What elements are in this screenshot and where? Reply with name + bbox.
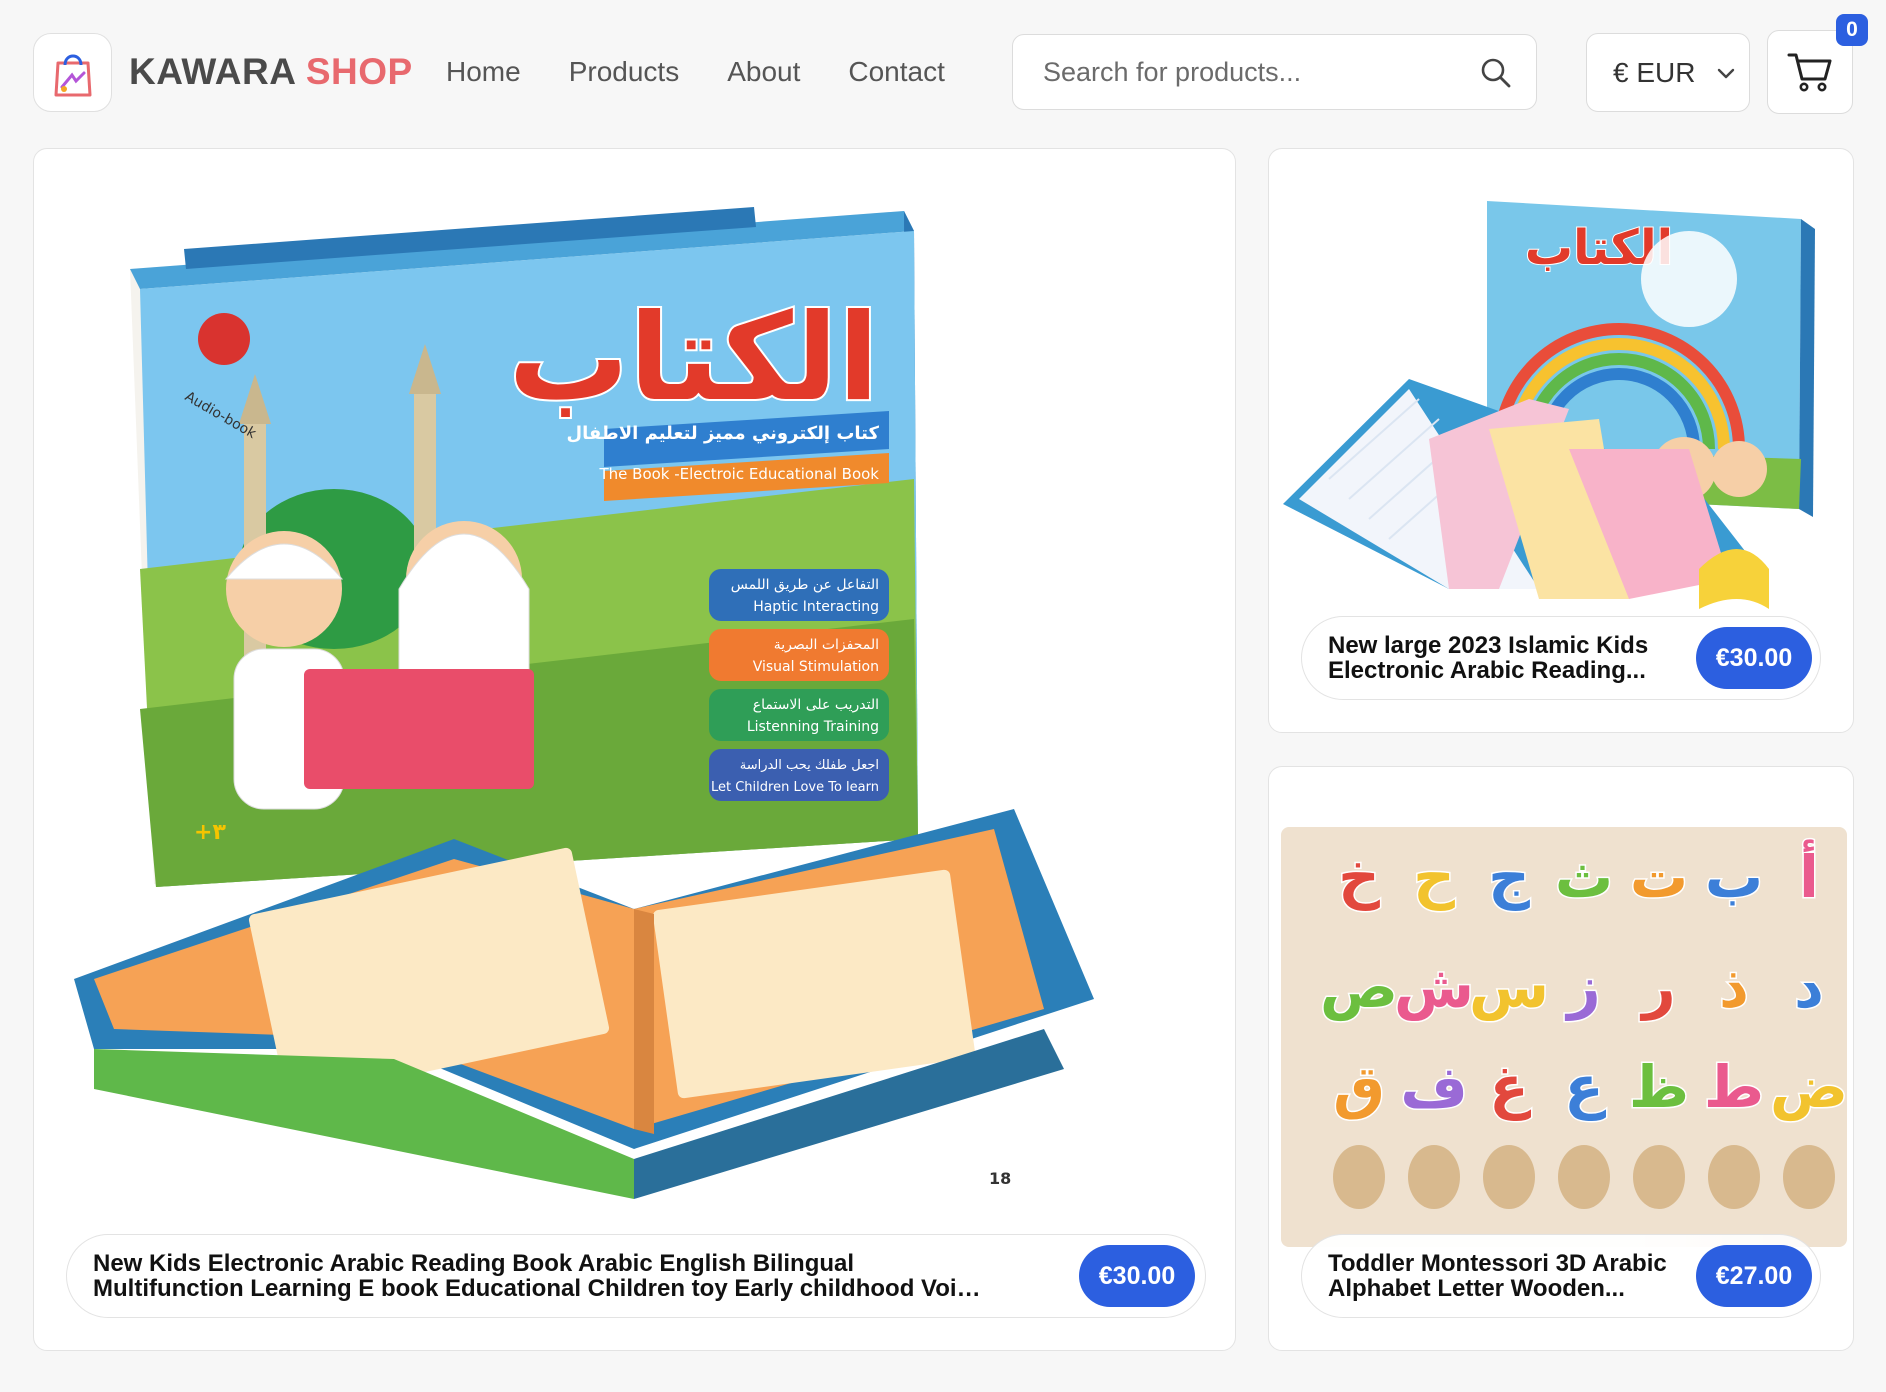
letter-tile: ث	[1555, 843, 1613, 911]
feature-2-en: Visual Stimulation	[753, 659, 879, 675]
letter-tile: ع	[1564, 1053, 1606, 1121]
letter-tile: ذ	[1719, 953, 1749, 1021]
price-badge: €30.00	[1079, 1245, 1195, 1307]
product-info-pill: Toddler Montessori 3D Arabic Alphabet Le…	[1301, 1234, 1821, 1318]
currency-selected: € EUR	[1613, 56, 1696, 88]
feature-1-en: Haptic Interacting	[753, 599, 879, 615]
cart-icon	[1787, 53, 1832, 92]
letter-tile: غ	[1489, 1053, 1531, 1121]
brand-name-part2: SHOP	[305, 51, 413, 92]
product-title[interactable]: New Kids Electronic Arabic Reading Book …	[93, 1251, 993, 1301]
letter-tile: ط	[1704, 1053, 1764, 1121]
letter-tile: ب	[1705, 843, 1763, 911]
search-box	[1012, 34, 1537, 110]
product-title[interactable]: New large 2023 Islamic Kids Electronic A…	[1328, 633, 1668, 683]
letter-tile: خ	[1338, 843, 1380, 911]
product-card[interactable]: أ ب ت ث ج ح خ د ذ ر ز س ش ص ض ط ظ ع غ ف …	[1268, 766, 1854, 1351]
nav-products[interactable]: Products	[569, 52, 680, 92]
box-arabic-subtitle: كتاب إلكتروني مميز لتعليم الاطفال	[566, 423, 879, 444]
feature-1-ar: التفاعل عن طريق اللمس	[731, 577, 879, 593]
currency-select[interactable]: € EUR	[1586, 33, 1750, 112]
main-nav: Home Products About Contact	[446, 52, 993, 92]
search-input[interactable]	[1043, 51, 1463, 93]
letter-tile: س	[1469, 953, 1549, 1021]
chevron-down-icon	[1717, 68, 1735, 79]
price-badge: €27.00	[1696, 1245, 1812, 1307]
nav-contact[interactable]: Contact	[848, 52, 945, 92]
search-icon[interactable]	[1478, 55, 1514, 91]
product-title[interactable]: Toddler Montessori 3D Arabic Alphabet Le…	[1328, 1251, 1668, 1301]
letter-tile: د	[1794, 953, 1824, 1021]
nav-about[interactable]: About	[727, 52, 800, 92]
nav-home[interactable]: Home	[446, 52, 521, 92]
letter-tile: ف	[1400, 1053, 1467, 1121]
feature-4-ar: اجعل طفلك يحب الدراسة	[740, 758, 879, 773]
site-header: KAWARA SHOP Home Products About Contact …	[0, 0, 1886, 146]
brand-name-part1: KAWARA	[129, 51, 296, 92]
letter-tile: ت	[1630, 843, 1688, 911]
age-badge: +٣	[194, 820, 226, 845]
letter-tile: ز	[1564, 953, 1600, 1021]
cart-count-badge: 0	[1836, 14, 1868, 46]
letter-tile: ق	[1333, 1053, 1385, 1121]
letter-tile: ج	[1488, 843, 1530, 911]
logo[interactable]	[33, 33, 112, 112]
box-english-subtitle: The Book -Electroic Educational Book	[598, 465, 879, 483]
product-info-pill: New Kids Electronic Arabic Reading Book …	[66, 1234, 1206, 1318]
feature-4-en: Let Children Love To learn	[711, 780, 879, 795]
letter-tile: ض	[1770, 1053, 1848, 1121]
letter-tile: ص	[1320, 953, 1398, 1021]
letter-tile: ش	[1394, 953, 1474, 1021]
letter-tile: ظ	[1629, 1053, 1689, 1121]
box-arabic-title: الكتاب	[508, 289, 879, 428]
product-info-pill: New large 2023 Islamic Kids Electronic A…	[1301, 616, 1821, 700]
book-page-number: 18	[989, 1169, 1011, 1188]
product-card-featured[interactable]: Audio-book الكتاب كتاب إلكتروني مميز لتع…	[33, 148, 1236, 1351]
brand-name[interactable]: KAWARA SHOP	[129, 50, 413, 94]
feature-3-ar: التدريب على الاستماع	[753, 697, 879, 713]
feature-2-ar: المحفزات البصرية	[774, 637, 879, 653]
letter-tile: ح	[1413, 843, 1455, 911]
price-badge: €30.00	[1696, 627, 1812, 689]
feature-3-en: Listenning Training	[747, 719, 879, 735]
product-card[interactable]: الكتاب New large 2023 Islamic Kids Elect…	[1268, 148, 1854, 733]
letter-tile: ر	[1639, 953, 1675, 1021]
shopping-bag-icon	[54, 54, 91, 96]
product-image[interactable]: Audio-book الكتاب كتاب إلكتروني مميز لتع…	[34, 149, 1236, 1351]
letter-tile: أ	[1799, 839, 1819, 911]
